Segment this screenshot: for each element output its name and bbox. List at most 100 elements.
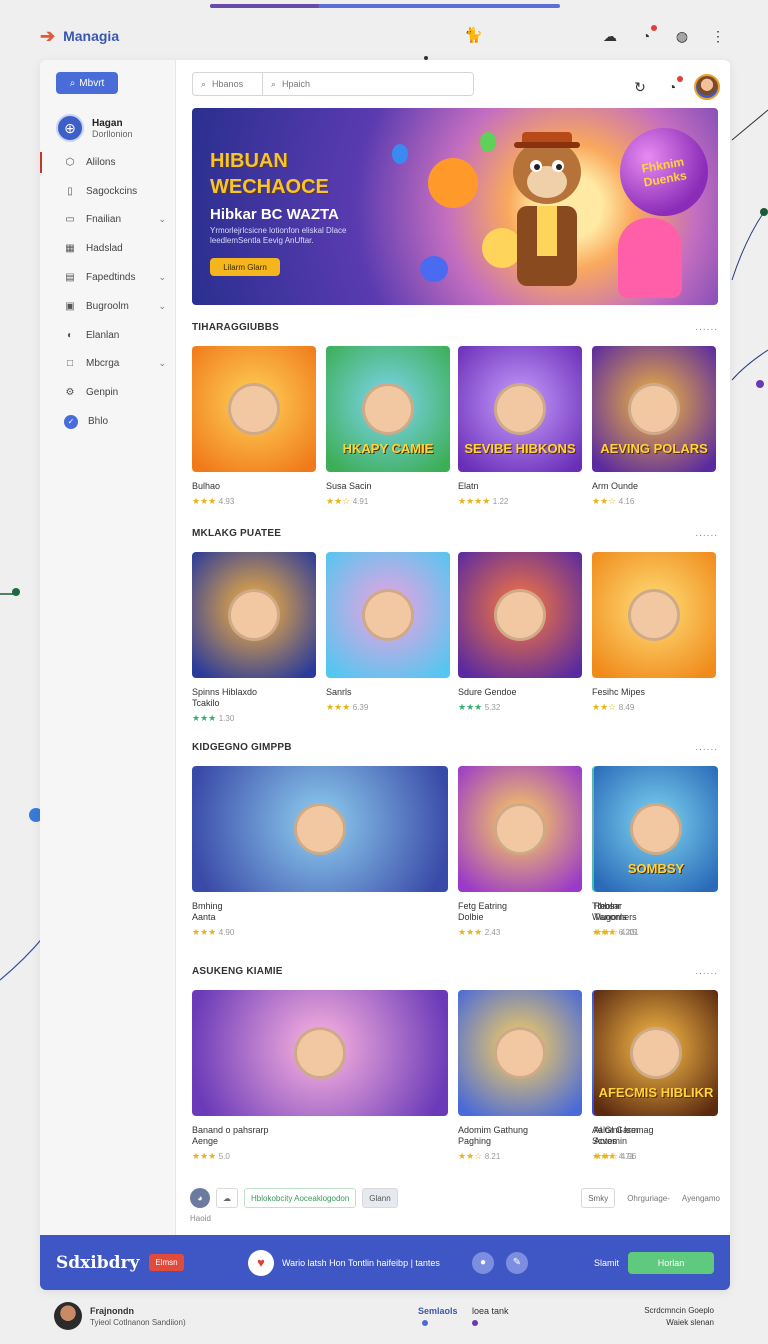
sidebar-item-genpin[interactable]: ⚙ Genpin	[40, 378, 176, 407]
game-thumbnail[interactable]: SOMBSY	[594, 766, 718, 892]
chevron-down-icon[interactable]: ⌄	[158, 214, 166, 225]
star-rating-icon: ★★★	[192, 496, 219, 506]
game-thumbnail[interactable]	[192, 990, 448, 1116]
notification-icon[interactable]: ◔	[636, 25, 657, 46]
game-thumbnail[interactable]: AFECMIS HIBLIKR	[594, 990, 718, 1116]
sort-button[interactable]: Smky	[581, 1188, 616, 1208]
bottom-logo[interactable]: Sdxibdry	[56, 1253, 139, 1273]
heart-icon[interactable]: ♥	[248, 1249, 274, 1276]
more-vert-icon[interactable]: ⋮	[708, 26, 728, 46]
balloon	[428, 158, 478, 208]
profile[interactable]: ⊕ Hagan Dorllonion	[56, 114, 133, 142]
game-thumbnail[interactable]: SEVIBE HIBKONS	[458, 346, 582, 472]
hero-cta-button[interactable]: Lilarm Glarn	[210, 258, 280, 276]
footer-link[interactable]: Scrdcmncin Goeplo	[644, 1306, 714, 1315]
refresh-icon[interactable]: ↻	[630, 77, 650, 97]
section-more-icon[interactable]: ......	[695, 322, 718, 333]
cat-icon[interactable]: 🐈	[464, 26, 483, 44]
game-tile[interactable]: Spinns Hiblaxdo Tcakilo ★★★ 1.30	[192, 552, 316, 724]
game-tile[interactable]: SEVIBE HIBKONS Elatn ★★★★ 1.22	[458, 346, 582, 507]
sidebar-item-alilons[interactable]: ⬡ Alilons	[40, 148, 176, 177]
primary-action-button[interactable]: Horlan	[628, 1251, 714, 1274]
chevron-down-icon[interactable]: ⌄	[158, 272, 166, 283]
game-title: Bmhing Aanta	[192, 901, 448, 923]
character-illustration	[228, 589, 280, 641]
rating-value: 8.49	[618, 703, 635, 712]
footer-link[interactable]: loea tank	[472, 1306, 509, 1316]
section-more-icon[interactable]: ......	[695, 528, 718, 539]
section-more-icon[interactable]: ......	[695, 742, 718, 753]
author-avatar[interactable]	[54, 1302, 82, 1330]
footer-link[interactable]: Semlaols	[418, 1306, 458, 1316]
chat-icon[interactable]: ◕	[190, 1188, 210, 1208]
search-scope[interactable]: ⌕ Hbanos	[193, 73, 263, 95]
game-thumbnail[interactable]	[458, 552, 582, 678]
game-thumbnail[interactable]	[192, 346, 316, 472]
sidebar-item-bugroolm[interactable]: ▣ Bugroolm ⌄	[40, 292, 176, 321]
sidebar-item-sagockcins[interactable]: ▯ Sagockcins	[40, 177, 176, 206]
rating-value: 2.43	[484, 928, 501, 937]
game-thumbnail[interactable]	[326, 552, 450, 678]
footer-link[interactable]: Ayengamo	[682, 1194, 720, 1203]
sidebar-item-hadslad[interactable]: ▦ Hadslad	[40, 234, 176, 263]
game-title: Banand o pahsrarp Aenge	[192, 1125, 448, 1147]
rating-value: 4.96	[620, 1152, 637, 1161]
section-title: TIHARAGGIUBBS	[192, 322, 280, 333]
game-tile[interactable]: HKAPY CAMIE Susa Sacin ★★☆ 4.91	[326, 346, 450, 507]
hero-banner[interactable]: Fhknim Duenks HIBUAN WECHAOCE Hibkar BC …	[192, 108, 718, 305]
section-more-icon[interactable]: ......	[695, 966, 718, 977]
sidebar-item-fnailian[interactable]: ▭ Fnailian ⌄	[40, 206, 176, 235]
game-tile[interactable]: Sdure Gendoe ★★★ 5.32	[458, 552, 582, 713]
user-icon[interactable]: ●	[472, 1251, 494, 1274]
sidebar-item-mbcrga[interactable]: □ Mbcrga ⌄	[40, 350, 176, 379]
game-rating: ★★☆ 8.49	[592, 702, 716, 713]
sidebar-item-bhlo[interactable]: ✓ Bhlo	[40, 407, 176, 436]
signin-link[interactable]: Slamit	[594, 1258, 619, 1268]
author-subtitle: Tyieol Cotlnanon Sandiion)	[90, 1318, 186, 1327]
search-bar[interactable]: ⌕ Hbanos ⌕ Hpaich	[192, 72, 474, 96]
game-thumbnail[interactable]	[458, 990, 582, 1116]
game-tile[interactable]: Adomim Gathung Paghing ★★☆ 8.21	[458, 990, 582, 1162]
game-thumbnail[interactable]: HKAPY CAMIE	[326, 346, 450, 472]
chevron-down-icon[interactable]: ⌄	[158, 358, 166, 369]
game-thumbnail[interactable]	[592, 552, 716, 678]
gear-icon: ⚙	[65, 387, 75, 399]
star-rating-icon: ★★★	[192, 1151, 219, 1161]
game-thumbnail[interactable]	[458, 766, 582, 892]
game-thumbnail[interactable]	[192, 766, 448, 892]
search-input[interactable]: ⌕ Hpaich	[263, 79, 310, 90]
sidebar-item-fapedtinds[interactable]: ▤ Fapedtinds ⌄	[40, 263, 176, 292]
game-tile[interactable]: AFECMIS HIBLIKR Al Gl Garm Aotemin ★★☆ 4.96	[594, 990, 718, 1162]
game-tile[interactable]: Fesihc Mipes ★★☆ 8.49	[592, 552, 716, 713]
game-tile[interactable]: AEVING POLARS Arm Ounde ★★☆ 4.16	[592, 346, 716, 507]
game-thumbnail[interactable]: AEVING POLARS	[592, 346, 716, 472]
star-rating-icon: ★★☆	[592, 496, 619, 506]
game-tile[interactable]: Bulhao ★★★ 4.93	[192, 346, 316, 507]
tag-chip[interactable]: Glann	[362, 1188, 398, 1208]
cloud-upload-icon[interactable]: ☁	[216, 1188, 238, 1208]
bottom-badge[interactable]: Elmsn	[149, 1254, 184, 1271]
user-avatar[interactable]	[694, 74, 720, 100]
footer-link[interactable]: Ohrguriage-	[627, 1194, 670, 1203]
game-title-line2: Paghing	[458, 1136, 492, 1146]
game-tile[interactable]: SOMBSY Reolnr Tiugorners ★★☆ 4.45	[594, 766, 718, 938]
footer-link[interactable]: Waiek slenan	[666, 1318, 714, 1327]
search-icon: ⌕	[201, 78, 207, 89]
filter-chip[interactable]: Hblokobcity Aoceaklogodon	[244, 1188, 357, 1208]
create-button[interactable]: ⌕ Mbvrt	[56, 72, 118, 94]
game-thumbnail[interactable]	[192, 552, 316, 678]
content: ⌕ Hbanos ⌕ Hpaich ↻ ◔ Fhknim Duenks HIBU…	[190, 60, 720, 1235]
game-tile[interactable]: Sanrls ★★★ 6.39	[326, 552, 450, 713]
sidebar-item-elanlan[interactable]: ◐ Elanlan	[40, 321, 176, 350]
cloud-icon[interactable]: ☁	[600, 26, 620, 46]
star-rating-icon: ★★☆	[592, 702, 619, 712]
brand[interactable]: ➔ Managia	[40, 26, 119, 47]
game-tile[interactable]: Fetg Eatring Dolbie ★★★ 2.43	[458, 766, 582, 938]
chevron-down-icon[interactable]: ⌄	[158, 301, 166, 312]
notification-icon[interactable]: ◔	[662, 76, 683, 97]
game-tile[interactable]: Bmhing Aanta ★★★ 4.90	[192, 766, 448, 938]
edit-icon[interactable]: ✎	[506, 1251, 528, 1274]
support-icon[interactable]: ◍	[672, 26, 692, 46]
game-tile[interactable]: Banand o pahsrarp Aenge ★★★ 5.0	[192, 990, 448, 1162]
section-title: MKLAKG PUATEE	[192, 528, 282, 539]
